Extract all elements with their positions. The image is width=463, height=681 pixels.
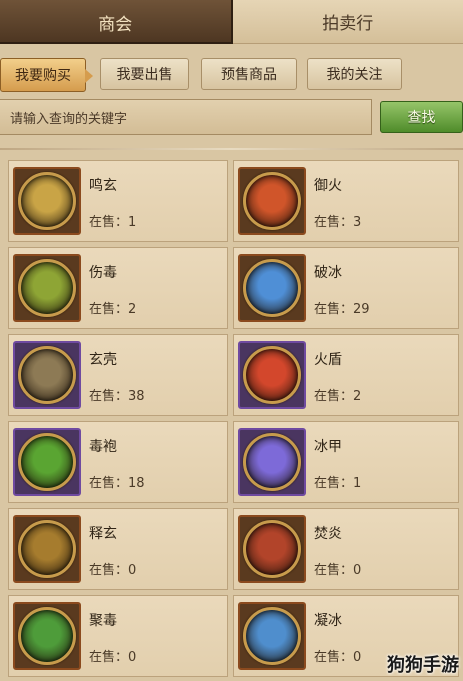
frost-figure-icon (243, 607, 301, 665)
item-count-row: 在售：1 (89, 211, 136, 230)
item-count-row: 在售：0 (89, 559, 136, 578)
item-count-value: 38 (128, 389, 145, 404)
item-card[interactable]: 御火在售：3 (233, 160, 459, 242)
item-count-label: 在售： (89, 563, 129, 578)
item-card[interactable]: 玄壳在售：38 (8, 334, 228, 416)
tab-chamber-of-commerce[interactable]: 商会 (0, 0, 233, 44)
search-bar: 请输入查询的关键字 查找 (0, 99, 463, 137)
item-count-row: 在售：38 (89, 385, 145, 404)
item-icon-frame (13, 341, 81, 409)
item-icon-frame (238, 515, 306, 583)
item-count-label: 在售： (89, 476, 129, 491)
item-count-label: 在售： (314, 563, 354, 578)
item-icon-frame (238, 602, 306, 670)
item-count-value: 2 (353, 389, 362, 404)
item-card[interactable]: 冰甲在售：1 (233, 421, 459, 503)
top-tab-bar: 商会 拍卖行 (0, 0, 463, 44)
item-card[interactable]: 聚毒在售：0 (8, 595, 228, 677)
item-name: 焚炎 (314, 526, 342, 542)
item-icon-frame (13, 515, 81, 583)
item-count-row: 在售：0 (314, 559, 361, 578)
item-icon-frame (238, 341, 306, 409)
item-name: 毒袍 (89, 439, 117, 455)
item-count-row: 在售：3 (314, 211, 361, 230)
sub-tab-watchlist[interactable]: 我的关注 (307, 58, 402, 90)
sub-tab-buy[interactable]: 我要购买 (0, 58, 93, 92)
item-count-value: 1 (128, 215, 137, 230)
item-count-row: 在售：0 (89, 646, 136, 665)
poison-robe-icon (18, 433, 76, 491)
active-pointer-icon (85, 69, 93, 83)
item-name: 聚毒 (89, 613, 117, 629)
item-count-value: 0 (128, 650, 137, 665)
dark-figure-icon (18, 520, 76, 578)
golden-wing-icon (18, 172, 76, 230)
item-count-row: 在售：2 (89, 298, 136, 317)
item-count-value: 1 (353, 476, 362, 491)
item-name: 御火 (314, 178, 342, 194)
item-icon-frame (238, 167, 306, 235)
sub-tab-sell[interactable]: 我要出售 (100, 58, 189, 90)
item-count-value: 3 (353, 215, 362, 230)
item-count-row: 在售：0 (314, 646, 361, 665)
watermark: 狗狗手游 (387, 655, 459, 676)
item-count-row: 在售：1 (314, 472, 361, 491)
item-count-label: 在售： (314, 389, 354, 404)
item-name: 火盾 (314, 352, 342, 368)
sub-tab-bar: 我要购买 我要出售 预售商品 我的关注 (0, 58, 463, 92)
item-icon-frame (238, 428, 306, 496)
item-count-value: 0 (353, 650, 362, 665)
item-count-value: 29 (353, 302, 370, 317)
item-icon-frame (238, 254, 306, 322)
tab-auction-house[interactable]: 拍卖行 (232, 0, 463, 44)
item-card[interactable]: 释玄在售：0 (8, 508, 228, 590)
item-count-label: 在售： (314, 302, 354, 317)
divider (0, 148, 463, 150)
item-count-value: 2 (128, 302, 137, 317)
ice-armor-icon (243, 433, 301, 491)
item-name: 伤毒 (89, 265, 117, 281)
item-card[interactable]: 鸣玄在售：1 (8, 160, 228, 242)
item-count-value: 18 (128, 476, 145, 491)
sub-tab-presale[interactable]: 预售商品 (201, 58, 297, 90)
item-icon-frame (13, 602, 81, 670)
item-count-label: 在售： (89, 389, 129, 404)
item-name: 凝冰 (314, 613, 342, 629)
fire-shield-icon (243, 346, 301, 404)
item-icon-frame (13, 254, 81, 322)
item-name: 冰甲 (314, 439, 342, 455)
item-card[interactable]: 毒袍在售：18 (8, 421, 228, 503)
search-button[interactable]: 查找 (380, 101, 463, 133)
item-icon-frame (13, 428, 81, 496)
poison-mask-icon (18, 259, 76, 317)
item-count-label: 在售： (89, 215, 129, 230)
item-card[interactable]: 火盾在售：2 (233, 334, 459, 416)
skull-shell-icon (18, 346, 76, 404)
item-count-value: 0 (128, 563, 137, 578)
item-name: 破冰 (314, 265, 342, 281)
ice-shards-icon (243, 259, 301, 317)
item-count-row: 在售：18 (89, 472, 145, 491)
item-card[interactable]: 焚炎在售：0 (233, 508, 459, 590)
flame-figure-icon (243, 520, 301, 578)
fire-swirl-icon (243, 172, 301, 230)
sub-tab-buy-label: 我要购买 (15, 68, 71, 84)
item-count-row: 在售：29 (314, 298, 370, 317)
item-count-row: 在售：2 (314, 385, 361, 404)
item-count-label: 在售： (314, 650, 354, 665)
poison-figure-icon (18, 607, 76, 665)
item-name: 鸣玄 (89, 178, 117, 194)
item-count-label: 在售： (314, 476, 354, 491)
item-count-label: 在售： (314, 215, 354, 230)
item-count-label: 在售： (89, 650, 129, 665)
item-count-label: 在售： (89, 302, 129, 317)
item-name: 玄壳 (89, 352, 117, 368)
item-name: 释玄 (89, 526, 117, 542)
item-card[interactable]: 破冰在售：29 (233, 247, 459, 329)
item-card[interactable]: 伤毒在售：2 (8, 247, 228, 329)
item-count-value: 0 (353, 563, 362, 578)
item-icon-frame (13, 167, 81, 235)
search-input[interactable]: 请输入查询的关键字 (0, 99, 372, 135)
